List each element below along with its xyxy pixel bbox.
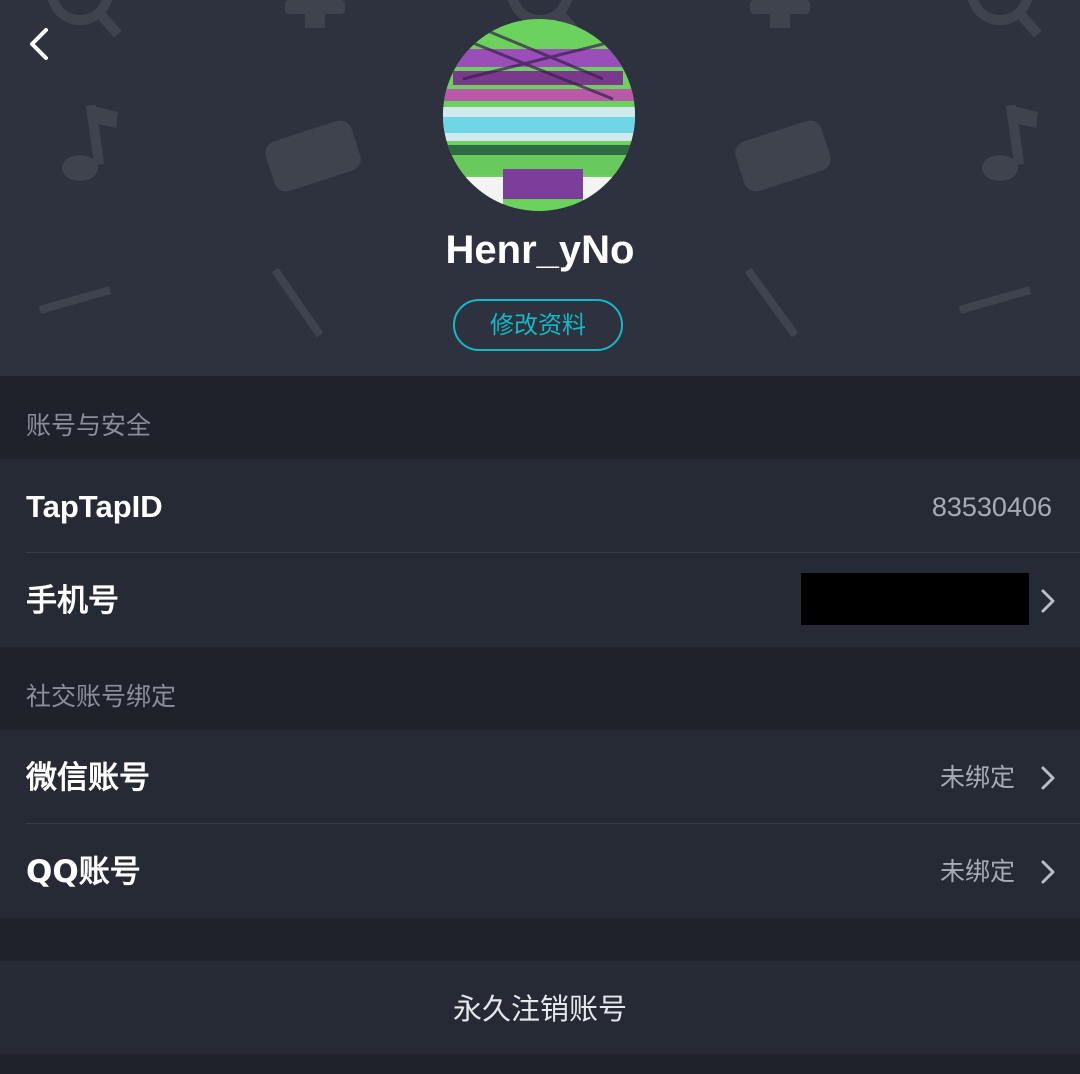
username: Henr_yNo: [445, 228, 635, 272]
phone-row[interactable]: 手机号: [0, 553, 1080, 647]
taptap-id-row[interactable]: TapTapID 83530406: [0, 459, 1080, 553]
avatar-image: [443, 19, 635, 211]
taptap-id-label: TapTapID: [26, 489, 163, 524]
section-header-account-security: 账号与安全: [0, 376, 1080, 459]
chevron-left-icon: [30, 28, 48, 60]
edit-profile-button[interactable]: 修改资料: [453, 299, 623, 351]
chevron-right-icon: [1041, 589, 1055, 613]
section-header-social-binding: 社交账号绑定: [0, 647, 1080, 730]
wechat-status: 未绑定: [939, 763, 1015, 792]
profile-settings-screen: Henr_yNo 修改资料 账号与安全 TapTapID 83530406 手机…: [0, 0, 1080, 1074]
chevron-right-icon: [1041, 766, 1055, 790]
wechat-row[interactable]: 微信账号 未绑定: [0, 730, 1080, 824]
back-button[interactable]: [14, 18, 66, 70]
wechat-label: 微信账号: [26, 760, 150, 796]
chevron-right-icon: [1041, 860, 1055, 884]
taptap-id-value: 83530406: [931, 492, 1052, 522]
delete-account-label: 永久注销账号: [452, 992, 627, 1026]
phone-label: 手机号: [26, 583, 119, 619]
qq-label: QQ账号: [26, 854, 141, 890]
delete-account-button[interactable]: 永久注销账号: [0, 961, 1080, 1054]
qq-row[interactable]: QQ账号 未绑定: [0, 824, 1080, 918]
avatar[interactable]: [443, 19, 635, 211]
qq-status: 未绑定: [939, 857, 1015, 886]
redacted-phone-number: [801, 573, 1029, 625]
profile-header: Henr_yNo 修改资料: [0, 0, 1080, 376]
